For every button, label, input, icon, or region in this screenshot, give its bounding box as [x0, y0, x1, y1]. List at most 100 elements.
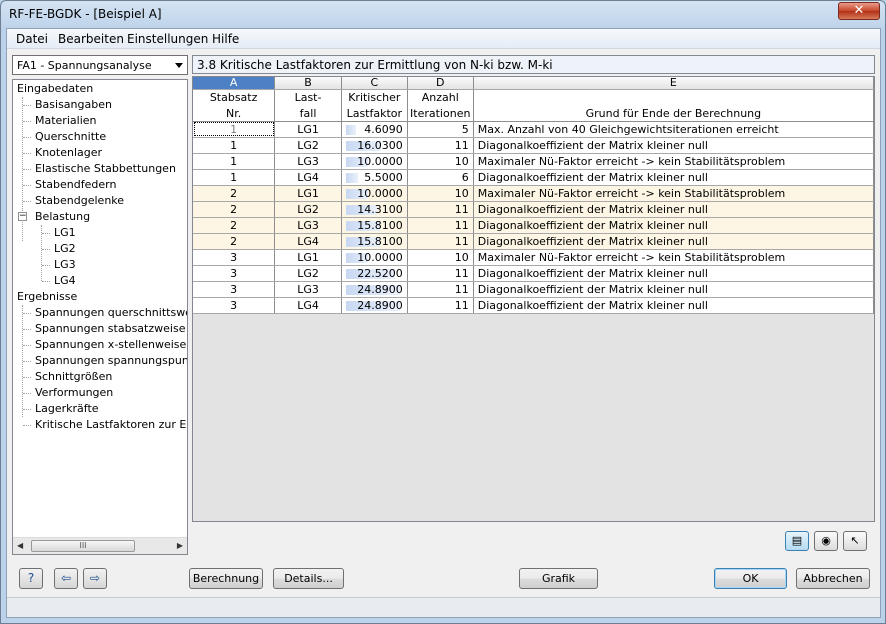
table-row[interactable]: 1 LG1 4.6090 5 Max. Anzahl von 40 Gleichgewi…	[193, 121, 874, 138]
abbrechen-button[interactable]: Abbrechen	[796, 568, 870, 589]
cell-iterationen[interactable]: 11	[407, 137, 474, 154]
cell-iterationen[interactable]: 10	[407, 185, 474, 202]
cell-lastfall[interactable]: LG1	[274, 121, 342, 138]
cell-lastfall[interactable]: LG2	[274, 201, 342, 218]
table-row[interactable]: 3 LG1 10.0000 10 Maximaler Nü-Faktor erreich…	[193, 249, 874, 266]
cell-grund[interactable]: Diagonalkoeffizient der Matrix kleiner n…	[473, 217, 874, 234]
menu-einstellungen[interactable]: Einstellungen	[127, 32, 208, 46]
scroll-right-icon[interactable]: ▶	[177, 541, 183, 550]
cell-lastfall[interactable]: LG2	[274, 265, 342, 282]
tree-item-kritische-lastfaktoren[interactable]: Kritische Lastfaktoren zur Ermittlung	[35, 417, 187, 433]
tree-item-schnittgroessen[interactable]: Schnittgrößen	[35, 369, 112, 385]
cell-iterationen[interactable]: 11	[407, 281, 474, 298]
cell-lastfaktor[interactable]: 4.6090	[341, 121, 408, 138]
tree-item-stabendgelenke[interactable]: Stabendgelenke	[35, 193, 124, 209]
table-view-icon[interactable]: ▤	[785, 531, 809, 551]
tree-root-results[interactable]: Ergebnisse	[17, 289, 77, 305]
cell-lastfall[interactable]: LG4	[274, 169, 342, 186]
cell-lastfall[interactable]: LG1	[274, 249, 342, 266]
menu-datei[interactable]: Datei	[16, 32, 48, 46]
tree-root-input[interactable]: Eingabedaten	[17, 81, 93, 97]
cell-stabsatz[interactable]: 1	[193, 121, 276, 138]
tree-item-lg1[interactable]: LG1	[54, 225, 76, 241]
tree-item-stabendfedern[interactable]: Stabendfedern	[35, 177, 116, 193]
table-row[interactable]: 2 LG2 14.3100 11 Diagonalkoeffizient der Mat…	[193, 201, 874, 218]
tree-item-spannungen-xstellen[interactable]: Spannungen x-stellenweise	[35, 337, 186, 353]
cell-grund[interactable]: Maximaler Nü-Faktor erreicht -> kein Sta…	[473, 185, 874, 202]
tree-item-lg3[interactable]: LG3	[54, 257, 76, 273]
cell-grund[interactable]: Diagonalkoeffizient der Matrix kleiner n…	[473, 137, 874, 154]
cell-iterationen[interactable]: 11	[407, 265, 474, 282]
tree-item-lagerkraefte[interactable]: Lagerkräfte	[35, 401, 99, 417]
cell-lastfall[interactable]: LG3	[274, 281, 342, 298]
cell-stabsatz[interactable]: 3	[193, 297, 276, 314]
cell-lastfaktor[interactable]: 10.0000	[341, 249, 408, 266]
ok-button[interactable]: OK	[714, 568, 787, 589]
import-icon[interactable]: ⇦	[54, 568, 78, 589]
table-row[interactable]: 3 LG4 24.8900 11 Diagonalkoeffizient der Mat…	[193, 297, 874, 314]
cell-grund[interactable]: Maximaler Nü-Faktor erreicht -> kein Sta…	[473, 153, 874, 170]
table-row[interactable]: 1 LG3 10.0000 10 Maximaler Nü-Faktor erreich…	[193, 153, 874, 170]
tree-item-querschnitte[interactable]: Querschnitte	[35, 129, 106, 145]
berechnung-button[interactable]: Berechnung	[189, 568, 263, 589]
cell-grund[interactable]: Max. Anzahl von 40 Gleichgewichtsiterati…	[473, 121, 874, 138]
cell-stabsatz[interactable]: 1	[193, 153, 276, 170]
cell-lastfaktor[interactable]: 15.8100	[341, 233, 408, 250]
cell-lastfall[interactable]: LG4	[274, 297, 342, 314]
cell-stabsatz[interactable]: 2	[193, 233, 276, 250]
cell-stabsatz[interactable]: 2	[193, 185, 276, 202]
cell-iterationen[interactable]: 11	[407, 201, 474, 218]
cell-lastfaktor[interactable]: 5.5000	[341, 169, 408, 186]
help-icon[interactable]: ?	[19, 568, 43, 589]
cell-stabsatz[interactable]: 1	[193, 169, 276, 186]
column-header-c[interactable]: C	[341, 77, 408, 90]
cell-stabsatz[interactable]: 2	[193, 217, 276, 234]
table-row[interactable]: 2 LG4 15.8100 11 Diagonalkoeffizient der Mat…	[193, 233, 874, 250]
cell-lastfaktor[interactable]: 24.8900	[341, 281, 408, 298]
table-row[interactable]: 1 LG2 16.0300 11 Diagonalkoeffizient der Mat…	[193, 137, 874, 154]
table-row[interactable]: 2 LG1 10.0000 10 Maximaler Nü-Faktor erreich…	[193, 185, 874, 202]
cell-grund[interactable]: Diagonalkoeffizient der Matrix kleiner n…	[473, 169, 874, 186]
cell-stabsatz[interactable]: 2	[193, 201, 276, 218]
column-header-e[interactable]: E	[473, 77, 874, 90]
cell-iterationen[interactable]: 6	[407, 169, 474, 186]
case-select[interactable]: FA1 - Spannungsanalyse	[12, 55, 188, 75]
tree-hscrollbar[interactable]: ◀ III ▶	[13, 537, 187, 554]
tree-item-spannungen-stabsatz[interactable]: Spannungen stabsatzweise	[35, 321, 185, 337]
cell-lastfall[interactable]: LG2	[274, 137, 342, 154]
column-header-b[interactable]: B	[274, 77, 342, 90]
tree-item-knotenlager[interactable]: Knotenlager	[35, 145, 102, 161]
table-row[interactable]: 2 LG3 15.8100 11 Diagonalkoeffizient der Mat…	[193, 217, 874, 234]
cell-lastfall[interactable]: LG3	[274, 217, 342, 234]
tree-item-stabbettungen[interactable]: Elastische Stabbettungen	[35, 161, 176, 177]
cell-iterationen[interactable]: 10	[407, 249, 474, 266]
scroll-left-icon[interactable]: ◀	[17, 541, 23, 550]
tree-item-spannungen-querschnitt[interactable]: Spannungen querschnittsweise	[35, 305, 187, 321]
scroll-thumb[interactable]: III	[31, 540, 135, 552]
cell-stabsatz[interactable]: 3	[193, 281, 276, 298]
table-row[interactable]: 1 LG4 5.5000 6 Diagonalkoeffizient der Matri…	[193, 169, 874, 186]
cell-iterationen[interactable]: 5	[407, 121, 474, 138]
cell-lastfall[interactable]: LG4	[274, 233, 342, 250]
export-icon[interactable]: ⇨	[83, 568, 107, 589]
menu-bearbeiten[interactable]: Bearbeiten	[58, 32, 124, 46]
tree-item-materialien[interactable]: Materialien	[35, 113, 96, 129]
cell-grund[interactable]: Diagonalkoeffizient der Matrix kleiner n…	[473, 297, 874, 314]
cell-lastfaktor[interactable]: 10.0000	[341, 185, 408, 202]
cell-grund[interactable]: Diagonalkoeffizient der Matrix kleiner n…	[473, 233, 874, 250]
cell-stabsatz[interactable]: 3	[193, 249, 276, 266]
cell-stabsatz[interactable]: 1	[193, 137, 276, 154]
cell-lastfall[interactable]: LG1	[274, 185, 342, 202]
cell-lastfaktor[interactable]: 24.8900	[341, 297, 408, 314]
tree-item-lg2[interactable]: LG2	[54, 241, 76, 257]
cell-lastfaktor[interactable]: 14.3100	[341, 201, 408, 218]
cell-iterationen[interactable]: 11	[407, 233, 474, 250]
column-header-d[interactable]: D	[407, 77, 474, 90]
column-header-a[interactable]: A	[193, 77, 276, 90]
tree-item-basisangaben[interactable]: Basisangaben	[35, 97, 112, 113]
collapse-icon[interactable]: −	[18, 212, 27, 221]
cell-lastfaktor[interactable]: 10.0000	[341, 153, 408, 170]
cell-iterationen[interactable]: 11	[407, 297, 474, 314]
cell-lastfaktor[interactable]: 16.0300	[341, 137, 408, 154]
cell-lastfaktor[interactable]: 15.8100	[341, 217, 408, 234]
